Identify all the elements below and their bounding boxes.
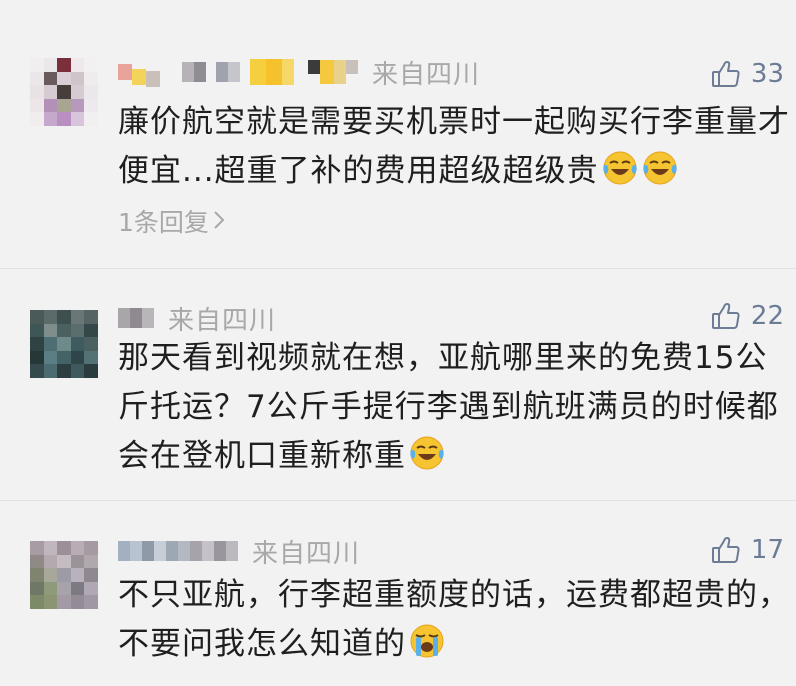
- laugh-cry-emoji: [601, 149, 639, 202]
- comment-text: 那天看到视频就在想，亚航哪里来的免费15公斤托运？7公斤手提行李遇到航班满员的时…: [118, 334, 790, 487]
- avatar[interactable]: [30, 310, 98, 378]
- location-label: 来自四川: [372, 59, 481, 90]
- view-replies-link[interactable]: 1条回复: [118, 203, 225, 239]
- like-button[interactable]: 22: [711, 300, 784, 332]
- username-blurred[interactable]: [118, 308, 154, 328]
- comment-header: 来自四川: [118, 303, 276, 336]
- like-button[interactable]: 33: [711, 58, 784, 90]
- divider: [0, 500, 796, 501]
- username-blurred[interactable]: [118, 57, 358, 87]
- comment-body: 廉价航空就是需要买机票时一起购买行李重量才便宜...超重了补的费用超级超级贵: [118, 104, 790, 189]
- divider: [0, 268, 796, 269]
- like-button[interactable]: 17: [711, 534, 784, 566]
- username-blurred[interactable]: [118, 541, 238, 561]
- comment-header: 来自四川: [118, 57, 480, 90]
- comment-body: 那天看到视频就在想，亚航哪里来的免费15公斤托运？7公斤手提行李遇到航班满员的时…: [118, 340, 779, 474]
- like-count: 17: [750, 535, 784, 565]
- comment-body: 不只亚航，行李超重额度的话，运费都超贵的，不要问我怎么知道的: [118, 577, 790, 662]
- thumbs-up-icon: [711, 535, 741, 565]
- thumbs-up-icon: [711, 301, 741, 331]
- chevron-right-icon: [213, 207, 225, 236]
- comment-text: 廉价航空就是需要买机票时一起购买行李重量才便宜...超重了补的费用超级超级贵: [118, 98, 790, 202]
- like-count: 22: [750, 301, 784, 331]
- location-label: 来自四川: [168, 305, 277, 336]
- comment-text: 不只亚航，行李超重额度的话，运费都超贵的，不要问我怎么知道的: [118, 571, 790, 675]
- laugh-cry-emoji: [408, 434, 446, 487]
- laugh-cry-emoji: [641, 149, 679, 202]
- thumbs-up-icon: [711, 59, 741, 89]
- like-count: 33: [750, 59, 784, 89]
- comment-header: 来自四川: [118, 536, 360, 569]
- loud-cry-emoji: [408, 622, 446, 675]
- location-label: 来自四川: [252, 538, 361, 569]
- avatar[interactable]: [30, 58, 98, 126]
- avatar[interactable]: [30, 541, 98, 609]
- replies-count: 1条回复: [118, 208, 209, 237]
